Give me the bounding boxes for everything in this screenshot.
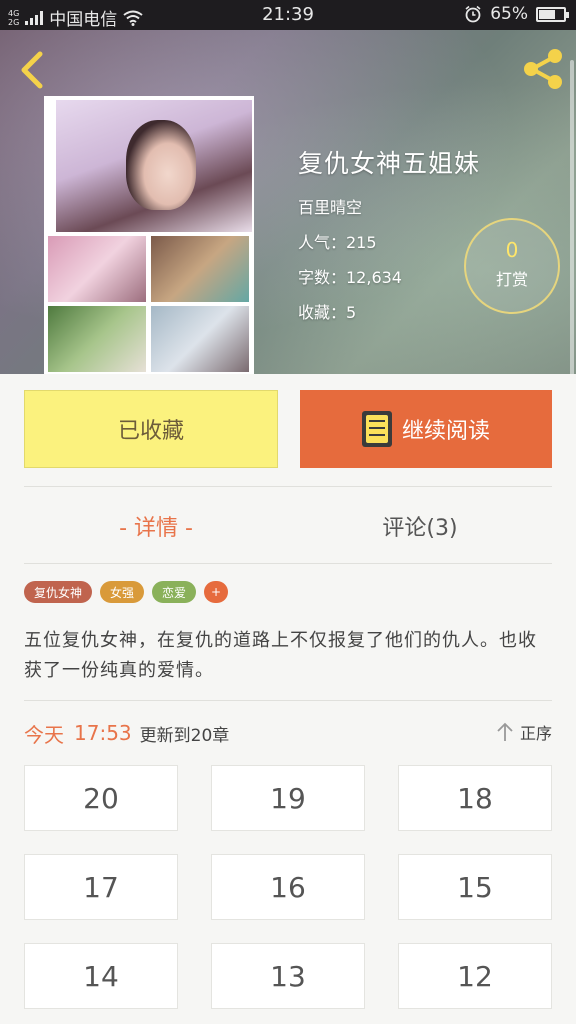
divider [24, 486, 552, 487]
chapter-cell[interactable]: 19 [211, 765, 365, 831]
tip-count: 0 [505, 238, 519, 262]
tip-label: 打赏 [495, 270, 528, 289]
continue-reading-label: 继续阅读 [401, 419, 490, 444]
update-time: 17:53 [74, 721, 132, 745]
scrollbar[interactable] [570, 60, 574, 374]
tab-comments[interactable]: 评论(3) [288, 490, 552, 562]
cover-thumbnail [151, 236, 249, 302]
status-bar: 4G 2G 中国电信 21:39 65% [0, 0, 576, 30]
arrow-up-icon [497, 722, 513, 741]
chapter-cell[interactable]: 13 [211, 943, 365, 1009]
cover-thumbnail [48, 306, 146, 372]
add-tag-button[interactable]: + [204, 581, 229, 603]
book-icon [361, 411, 392, 447]
update-text: 更新到20章 [139, 725, 230, 746]
chapter-cell[interactable]: 14 [24, 943, 178, 1009]
book-author[interactable]: 百里晴空 [298, 194, 480, 218]
sort-order-label: 正序 [519, 724, 552, 743]
tag-chip[interactable]: 女强 [100, 581, 145, 603]
chevron-left-icon [21, 51, 43, 89]
battery-level-fill [539, 9, 555, 19]
cover-main-image [56, 100, 252, 232]
share-icon [524, 49, 562, 89]
chapter-cell[interactable]: 17 [24, 854, 178, 920]
book-word-count: 字数：12,634 [298, 268, 402, 287]
status-right: 65% [464, 4, 569, 24]
chapter-cell[interactable]: 16 [211, 854, 365, 920]
back-button[interactable] [14, 48, 54, 92]
action-buttons: 已收藏 继续阅读 [24, 390, 552, 468]
chapter-cell[interactable]: 18 [398, 765, 552, 831]
tab-bar: - 详情 - 评论(3) [24, 490, 552, 562]
update-info: 今天 17:53 更新到20章 正序 [24, 716, 552, 750]
chapter-cell[interactable]: 20 [24, 765, 178, 831]
cover-thumbnail [48, 236, 146, 302]
tag-chip[interactable]: 恋爱 [152, 581, 197, 603]
tip-button[interactable]: 0 打赏 [464, 218, 560, 314]
book-info: 复仇女神五姐妹 百里晴空 人气：215 字数：12,634 收藏：5 [298, 144, 480, 334]
book-title: 复仇女神五姐妹 [298, 149, 481, 178]
battery-icon [536, 6, 569, 22]
share-button[interactable] [520, 46, 566, 92]
continue-reading-button[interactable]: 继续阅读 [300, 390, 552, 468]
chapter-cell[interactable]: 15 [398, 854, 552, 920]
tag-chip[interactable]: 复仇女神 [24, 581, 93, 603]
divider [24, 700, 552, 701]
book-summary: 五位复仇女神，在复仇的道路上不仅报复了他们的仇人。也收获了一份纯真的爱情。 [24, 630, 537, 681]
divider [24, 563, 552, 564]
tag-list: 复仇女神 女强 恋爱 + [24, 581, 229, 603]
cover-thumbnail [151, 306, 249, 372]
sort-order-button[interactable]: 正序 [496, 720, 552, 744]
book-header: 复仇女神五姐妹 百里晴空 人气：215 字数：12,634 收藏：5 0 打赏 [0, 30, 576, 374]
book-favorites: 收藏：5 [298, 303, 357, 322]
battery-percent: 65% [490, 4, 528, 24]
update-day: 今天 [24, 722, 64, 747]
chapter-cell[interactable]: 12 [398, 943, 552, 1009]
alarm-icon [465, 5, 481, 23]
book-cover[interactable] [44, 96, 254, 374]
tab-detail[interactable]: - 详情 - [24, 490, 288, 562]
favorite-button[interactable]: 已收藏 [24, 390, 278, 468]
book-popularity: 人气：215 [298, 233, 377, 252]
